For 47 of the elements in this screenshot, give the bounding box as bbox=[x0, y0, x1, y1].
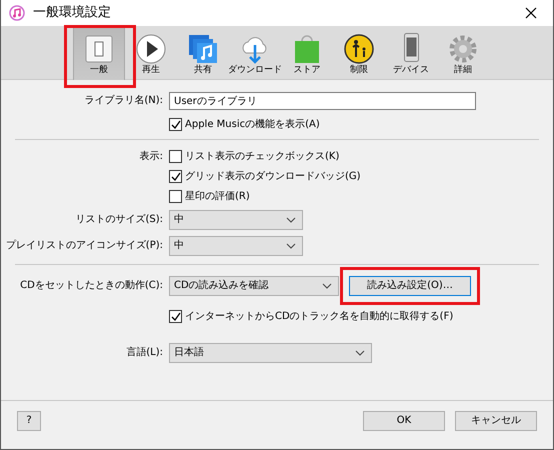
window-title: 一般環境設定 bbox=[33, 5, 111, 21]
phone-icon bbox=[404, 33, 418, 62]
chevron-down-icon bbox=[355, 350, 365, 356]
play-icon bbox=[135, 33, 167, 66]
checkbox-label: 星印の評価(R) bbox=[185, 190, 250, 202]
chevron-down-icon bbox=[286, 243, 296, 249]
toolbar-tab[interactable]: 共有 bbox=[177, 26, 229, 80]
dropdown[interactable]: 中 bbox=[169, 210, 303, 230]
field-label: CDをセットしたときの動作(C): bbox=[19, 280, 164, 292]
cancel-button[interactable]: キャンセル bbox=[455, 411, 537, 431]
toolbar-tab[interactable]: 一般 bbox=[73, 26, 125, 80]
check-icon bbox=[170, 171, 181, 182]
text-field[interactable]: Userのライブラリ bbox=[169, 92, 476, 110]
field-label: ライブラリ名(N): bbox=[83, 95, 164, 107]
checkbox[interactable]: グリッド表示のダウンロードバッジ(G) bbox=[169, 170, 361, 183]
dropdown[interactable]: 日本語 bbox=[169, 343, 372, 363]
toolbar-tab[interactable]: ダウンロード bbox=[229, 26, 281, 80]
toolbar-tab[interactable]: デバイス bbox=[385, 26, 437, 80]
checkbox[interactable]: Apple Musicの機能を表示(A) bbox=[169, 118, 320, 131]
toolbar-tab[interactable]: 制限 bbox=[333, 26, 385, 80]
switch-icon bbox=[83, 33, 115, 66]
ok-button[interactable]: OK bbox=[363, 411, 445, 431]
checkbox[interactable]: リスト表示のチェックボックス(K) bbox=[169, 150, 340, 163]
app-icon bbox=[9, 5, 25, 21]
check-icon bbox=[170, 311, 181, 322]
field-label: プレイリストのアイコンサイズ(P): bbox=[4, 240, 164, 252]
chevron-down-icon bbox=[286, 217, 296, 223]
checkbox-label: グリッド表示のダウンロードバッジ(G) bbox=[185, 170, 361, 182]
dropdown[interactable]: 中 bbox=[169, 236, 303, 256]
checkbox-label: リスト表示のチェックボックス(K) bbox=[185, 150, 340, 162]
help-button[interactable]: ? bbox=[17, 411, 41, 431]
check-icon bbox=[170, 119, 181, 130]
music-icon bbox=[187, 33, 219, 66]
close-icon[interactable] bbox=[525, 7, 537, 19]
toolbar-tab[interactable]: 詳細 bbox=[437, 26, 489, 80]
import-settings-button[interactable]: 読み込み設定(O)… bbox=[349, 276, 471, 296]
checkbox[interactable]: 星印の評価(R) bbox=[169, 190, 250, 203]
chevron-down-icon bbox=[322, 283, 332, 289]
gear-icon bbox=[447, 33, 479, 66]
field-label: 表示: bbox=[138, 150, 164, 162]
field-label: 言語(L): bbox=[125, 347, 164, 359]
toolbar-tab[interactable]: 再生 bbox=[125, 26, 177, 80]
checkbox-label: Apple Musicの機能を表示(A) bbox=[185, 118, 320, 130]
field-label: リストのサイズ(S): bbox=[74, 214, 164, 226]
dropdown[interactable]: CDの読み込みを確認 bbox=[169, 276, 339, 296]
toolbar-tab[interactable]: ストア bbox=[281, 26, 333, 80]
parent-child-icon bbox=[343, 33, 375, 66]
